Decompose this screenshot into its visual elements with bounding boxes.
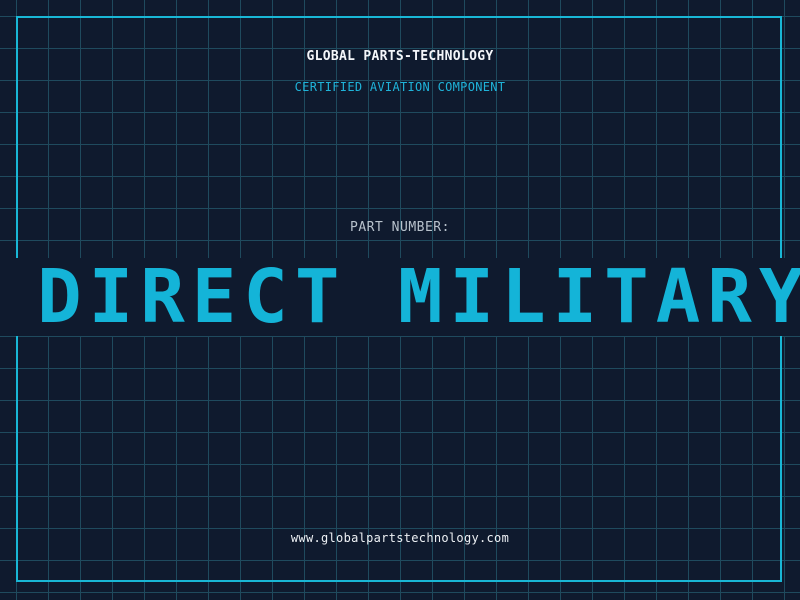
company-name: GLOBAL PARTS-TECHNOLOGY: [306, 49, 494, 64]
tagline: CERTIFIED AVIATION COMPONENT: [294, 80, 506, 94]
part-number-scrolling-text: S DIRECT MILITARY D: [0, 258, 800, 336]
part-number-label: PART NUMBER:: [350, 220, 450, 235]
part-number-ticker: S DIRECT MILITARY D: [0, 258, 800, 336]
website-url: www.globalpartstechnology.com: [290, 531, 510, 545]
